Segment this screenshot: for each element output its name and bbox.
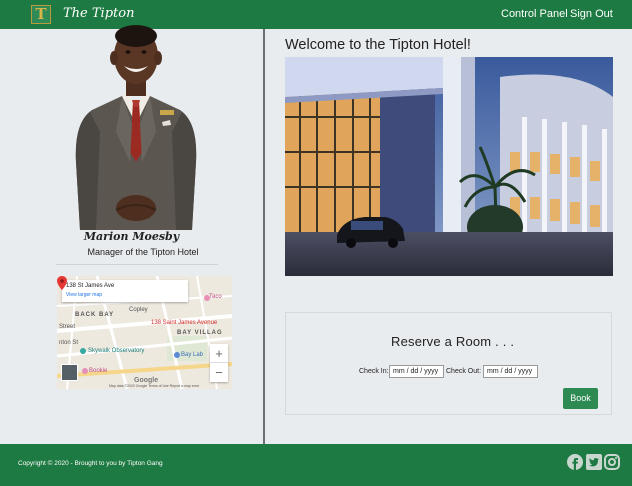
map-label-street: Street	[59, 324, 76, 330]
control-panel-link[interactable]: Control Panel	[501, 8, 568, 20]
reservation-title: Reserve a Room . . .	[391, 334, 515, 349]
check-in-date-input[interactable]: mm / dd / yyyy	[389, 365, 444, 378]
hotel-logo[interactable]: T	[31, 5, 51, 24]
check-out-date-input[interactable]: mm / dd / yyyy	[483, 365, 538, 378]
logo-letter: T	[35, 5, 47, 23]
check-in-label: Check In:	[359, 368, 389, 375]
zoom-in-button[interactable]: +	[210, 344, 228, 363]
manager-portrait	[75, 25, 197, 230]
separator-line	[56, 264, 218, 265]
map-label-back-bay: BACK BAY	[75, 312, 115, 318]
map-label-skywalk: Skywalk Observatory	[88, 348, 145, 354]
footer: Copyright © 2020 - Brought to you by Tip…	[0, 444, 632, 486]
map-label-bay-village: BAY VILLAG	[177, 330, 223, 336]
welcome-heading: Welcome to the Tipton Hotel!	[285, 37, 471, 53]
twitter-icon[interactable]	[586, 454, 602, 470]
map-pin-icon[interactable]	[57, 276, 67, 290]
map-address: 138 St James Ave	[66, 283, 115, 289]
zoom-out-button[interactable]: −	[210, 363, 228, 382]
map-attribution: Map data ©2020 Google Terms of Use Repor…	[109, 384, 200, 388]
map-label-taco: Taco	[209, 294, 222, 300]
facebook-icon[interactable]	[567, 454, 583, 470]
map-satellite-thumbnail[interactable]	[61, 364, 78, 381]
map-zoom-controls: + −	[210, 344, 228, 382]
manager-name: Marion Moesby	[83, 230, 180, 243]
map-label-copley: Copley	[129, 307, 148, 313]
sign-out-link[interactable]: Sign Out	[570, 8, 613, 20]
check-out-label: Check Out:	[446, 368, 482, 375]
book-button[interactable]: Book	[563, 388, 598, 409]
map-pin-label: 138 Saint James Avenue	[151, 320, 218, 326]
copyright-text: Copyright © 2020 - Brought to you by Tip…	[18, 460, 163, 467]
map-label-bookie: Bookie	[89, 368, 108, 374]
hotel-photo	[285, 57, 613, 276]
manager-title: Manager of the Tipton Hotel	[87, 247, 199, 257]
instagram-icon[interactable]	[604, 454, 620, 470]
map-address-card: 138 St James Ave View larger map	[62, 280, 188, 302]
map-label-bay-lab: Bay Lab	[181, 352, 204, 358]
location-map[interactable]: 138 St James Ave View larger map BACK BA…	[57, 276, 232, 389]
map-label-nton-st: nton St	[59, 340, 79, 346]
google-logo: Google	[134, 377, 159, 384]
view-larger-map-link[interactable]: View larger map	[66, 292, 102, 298]
